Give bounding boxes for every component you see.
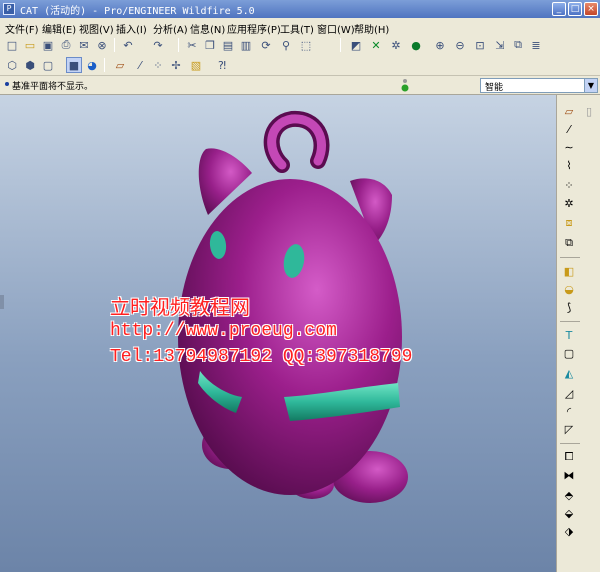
datum-axes-icon[interactable]: ⁄	[132, 57, 148, 73]
select-box-icon[interactable]: ⬚	[298, 37, 314, 53]
find-icon[interactable]: ⚲	[278, 37, 294, 53]
spin-center-icon[interactable]: ✲	[388, 37, 404, 53]
close-icon[interactable]: ×	[584, 2, 598, 16]
csys-icon[interactable]: ✲	[561, 195, 577, 211]
selection-filter-select[interactable]: 智能 ▼	[480, 78, 598, 93]
analysis-feature-icon[interactable]: ⧈	[561, 215, 577, 231]
variable-section-sweep-icon[interactable]: ⟆	[561, 299, 577, 315]
hole-icon[interactable]: T	[561, 327, 577, 343]
reorient-icon[interactable]: ⇲	[492, 37, 508, 53]
watermark-title: 立时视频教程网	[110, 295, 250, 319]
draft-icon[interactable]: ◿	[561, 385, 577, 401]
annotations-icon[interactable]: ▧	[188, 57, 204, 73]
toolbar-separator	[560, 321, 580, 322]
graphics-window[interactable]: 立时视频教程网 http://www.proeug.com Tel:137949…	[0, 95, 556, 572]
wireframe-icon[interactable]: ⬡	[4, 57, 20, 73]
hidden-line-icon[interactable]: ⬢	[22, 57, 38, 73]
menu-view[interactable]: 视图(V)	[79, 21, 114, 36]
chamfer-icon[interactable]: ◸	[561, 421, 577, 437]
sketched-curve-icon[interactable]: ⌇	[561, 157, 577, 173]
offset-icon[interactable]: ⧉	[561, 235, 577, 251]
refit-icon[interactable]: ⊡	[472, 37, 488, 53]
paste-icon[interactable]: ▤	[220, 37, 236, 53]
redo-icon[interactable]: ↷	[150, 37, 166, 53]
datum-curve-icon[interactable]: ∼	[561, 139, 577, 155]
toolbar-separator	[104, 58, 105, 72]
new-icon[interactable]: □	[4, 37, 20, 53]
menu-edit[interactable]: 编辑(E)	[42, 21, 76, 36]
coordinate-systems-icon[interactable]: ✢	[168, 57, 184, 73]
menu-help[interactable]: 帮助(H)	[354, 21, 389, 36]
datum-plane-disabled-icon: ▯	[585, 104, 593, 118]
menu-analysis[interactable]: 分析(A)	[153, 21, 188, 36]
maximize-icon[interactable]: □	[568, 2, 582, 16]
extrude-icon[interactable]: ◧	[561, 263, 577, 279]
copy-icon[interactable]: ❐	[202, 37, 218, 53]
trim-icon[interactable]: ⬙	[561, 505, 577, 521]
display-toolbar: ⬡ ⬢ ▢ ■ ◕ ▱ ⁄ ⁘ ✢ ▧ ⁈	[0, 55, 600, 75]
email-icon[interactable]: ✉	[76, 37, 92, 53]
watermark-contact: Tel:13794987192 QQ:397318799	[110, 347, 413, 367]
toolbar-separator	[560, 443, 580, 444]
save-icon[interactable]: ▣	[40, 37, 56, 53]
merge-icon[interactable]: ⬘	[561, 487, 577, 503]
minimize-icon[interactable]: _	[552, 2, 566, 16]
toolbar-separator	[178, 38, 179, 52]
datum-plane-icon[interactable]: ▱	[561, 103, 577, 119]
rib-icon[interactable]: ◭	[561, 365, 577, 381]
cut-icon[interactable]: ✂	[184, 37, 200, 53]
menu-file[interactable]: 文件(F)	[5, 21, 39, 36]
no-hidden-icon[interactable]: ▢	[40, 57, 56, 73]
feature-toolbar: ▱ ▯ ⁄ ∼ ⌇ ⁘ ✲ ⧈ ⧉ ◧ ◒ ⟆ T ▢ ◭ ◿ ◜ ◸ ⧠ ⧓ …	[556, 95, 600, 572]
saved-views-icon[interactable]: ⧉	[510, 37, 526, 53]
chevron-down-icon[interactable]: ▼	[584, 79, 597, 92]
paste-special-icon[interactable]: ▥	[238, 37, 254, 53]
appearance-icon[interactable]: ●	[408, 37, 424, 53]
revolve-icon[interactable]: ◒	[561, 281, 577, 297]
thicken-icon[interactable]: ⬗	[561, 523, 577, 539]
toolbar-separator	[114, 38, 115, 52]
status-message: 基准平面将不显示。	[12, 82, 94, 92]
datum-axis-icon[interactable]: ✕	[368, 37, 384, 53]
pattern-icon[interactable]: ⧠	[561, 449, 577, 465]
datum-points-icon[interactable]: ⁘	[150, 57, 166, 73]
datum-planes-icon[interactable]: ▱	[112, 57, 128, 73]
toolbar-separator	[340, 38, 341, 52]
shading-icon[interactable]: ■	[66, 57, 82, 73]
message-area: 基准平面将不显示。 智能 ▼	[0, 75, 600, 95]
watermark-url: http://www.proeug.com	[110, 321, 337, 341]
menu-bar: 文件(F) 编辑(E) 视图(V) 插入(I) 分析(A) 信息(N) 应用程序…	[0, 18, 600, 36]
toolbar-separator	[560, 257, 580, 258]
selection-filter-value: 智能	[485, 83, 504, 93]
title-bar: P CAT (活动的) - Pro/ENGINEER Wildfire 5.0 …	[0, 0, 600, 18]
app-icon: P	[3, 3, 15, 15]
print-icon[interactable]: ⎙	[58, 37, 74, 53]
zoom-in-icon[interactable]: ⊕	[432, 37, 448, 53]
regenerate-icon[interactable]: ⟳	[258, 37, 274, 53]
round-icon[interactable]: ◜	[561, 403, 577, 419]
undo-icon[interactable]: ↶	[120, 37, 136, 53]
shell-icon[interactable]: ▢	[561, 345, 577, 361]
menu-applications[interactable]: 应用程序(P)	[227, 21, 281, 36]
datum-point-icon[interactable]: ⁘	[561, 177, 577, 193]
regen-status-icon[interactable]	[400, 78, 410, 93]
datum-axis-tool-icon[interactable]: ⁄	[561, 121, 577, 137]
menu-tools[interactable]: 工具(T)	[280, 21, 314, 36]
sketch-icon[interactable]: ◩	[348, 37, 364, 53]
enhanced-realism-icon[interactable]: ◕	[84, 57, 100, 73]
bullet-icon	[5, 82, 9, 86]
main-toolbar: □ ▭ ▣ ⎙ ✉ ⊗ ↶ ↷ ✂ ❐ ▤ ▥ ⟳ ⚲ ⬚ ◩ ✕ ✲ ● ⊕ …	[0, 35, 600, 55]
context-help-icon[interactable]: ⁈	[214, 57, 230, 73]
mirror-icon[interactable]: ⧓	[561, 467, 577, 483]
menu-info[interactable]: 信息(N)	[190, 21, 225, 36]
close-window-icon[interactable]: ⊗	[94, 37, 110, 53]
zoom-out-icon[interactable]: ⊖	[452, 37, 468, 53]
open-icon[interactable]: ▭	[22, 37, 38, 53]
layers-icon[interactable]: ≣	[528, 37, 544, 53]
menu-window[interactable]: 窗口(W)	[317, 21, 355, 36]
window-title: CAT (活动的) - Pro/ENGINEER Wildfire 5.0	[20, 6, 255, 17]
menu-insert[interactable]: 插入(I)	[116, 21, 147, 36]
